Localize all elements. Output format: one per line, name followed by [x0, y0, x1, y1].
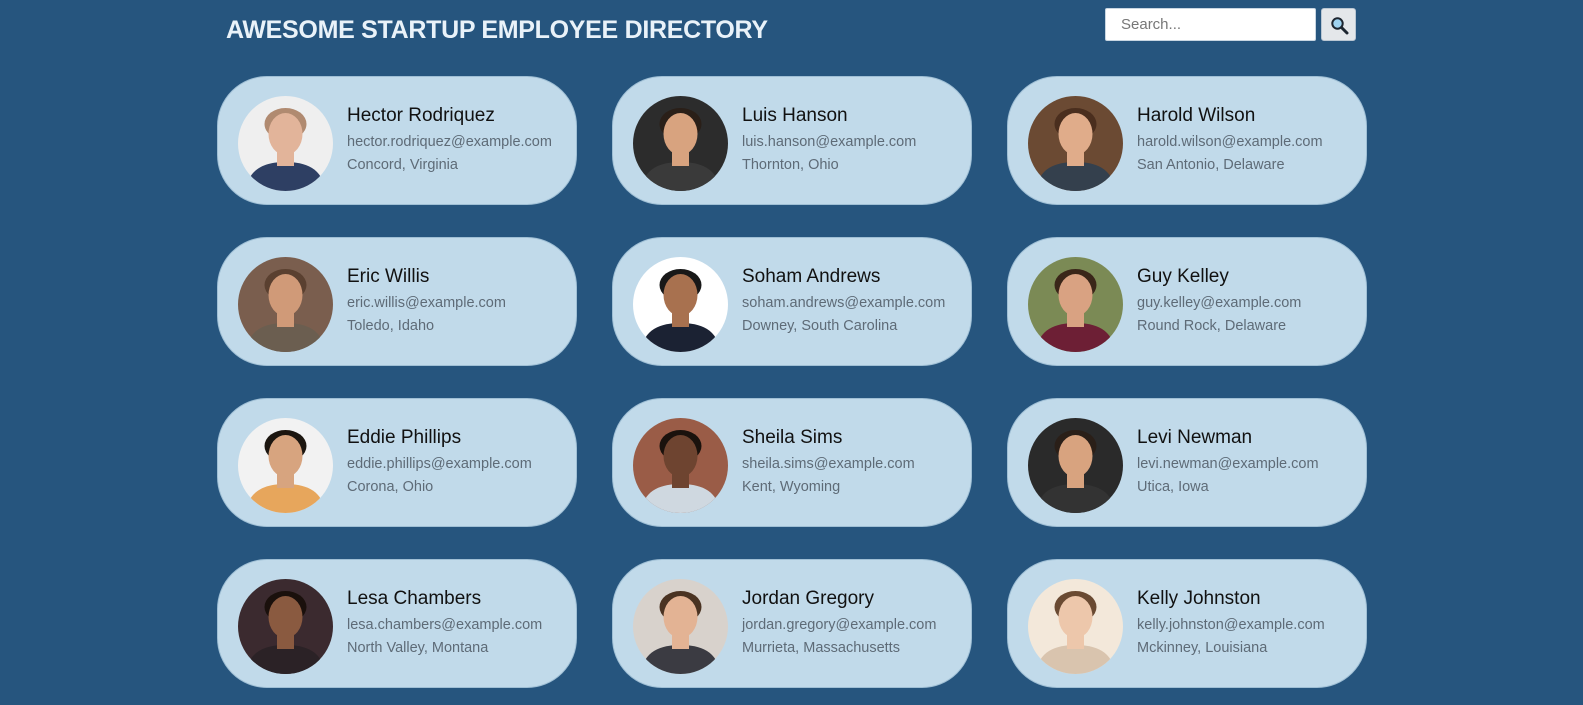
- page-header: AWESOME STARTUP EMPLOYEE DIRECTORY: [0, 0, 1583, 62]
- employee-name: Eddie Phillips: [347, 427, 462, 448]
- employee-name: Sheila Sims: [742, 427, 843, 448]
- employee-email: harold.wilson@example.com: [1137, 134, 1323, 150]
- employee-card[interactable]: Jordan Gregory jordan.gregory@example.com…: [612, 559, 972, 688]
- employee-card[interactable]: Soham Andrews soham.andrews@example.com Do…: [612, 237, 972, 366]
- portrait-photo: [1028, 257, 1123, 352]
- portrait-photo: [1028, 96, 1123, 191]
- employee-name: Levi Newman: [1137, 427, 1253, 448]
- portrait-photo: [633, 418, 728, 513]
- employee-location: Toledo, Idaho: [347, 318, 435, 334]
- portrait-photo: [238, 418, 333, 513]
- employee-email: kelly.johnston@example.com: [1137, 617, 1325, 633]
- employee-location: Downey, South Carolina: [742, 318, 898, 334]
- employee-avatar: [1028, 257, 1123, 352]
- employee-location: Murrieta, Massachusetts: [742, 640, 900, 656]
- employee-email: jordan.gregory@example.com: [742, 617, 937, 633]
- employee-avatar: [1028, 418, 1123, 513]
- employee-avatar: [238, 418, 333, 513]
- employee-name: Kelly Johnston: [1137, 588, 1261, 609]
- employee-email: hector.rodriquez@example.com: [347, 134, 552, 150]
- employee-name: Soham Andrews: [742, 266, 881, 287]
- employee-name: Hector Rodriquez: [347, 105, 495, 126]
- employee-card[interactable]: Sheila Sims sheila.sims@example.com Kent, …: [612, 398, 972, 527]
- employee-avatar: [633, 96, 728, 191]
- employee-avatar: [633, 257, 728, 352]
- employee-avatar: [633, 579, 728, 674]
- employee-name: Jordan Gregory: [742, 588, 875, 609]
- portrait-photo: [238, 96, 333, 191]
- employee-card[interactable]: Levi Newman levi.newman@example.com Utica,…: [1007, 398, 1367, 527]
- employee-email: soham.andrews@example.com: [742, 295, 946, 311]
- employee-card[interactable]: Lesa Chambers lesa.chambers@example.com No…: [217, 559, 577, 688]
- employee-card[interactable]: Harold Wilson harold.wilson@example.com Sa…: [1007, 76, 1367, 205]
- employee-email: sheila.sims@example.com: [742, 456, 915, 472]
- employee-avatar: [1028, 579, 1123, 674]
- portrait-photo: [238, 257, 333, 352]
- employee-name: Guy Kelley: [1137, 266, 1229, 287]
- employee-email: eddie.phillips@example.com: [347, 456, 532, 472]
- magnifying-glass-icon: [1331, 17, 1349, 35]
- employee-email: guy.kelley@example.com: [1137, 295, 1302, 311]
- employee-avatar: [1028, 96, 1123, 191]
- employee-avatar: [238, 257, 333, 352]
- employee-location: Mckinney, Louisiana: [1137, 640, 1268, 656]
- employee-card[interactable]: Luis Hanson luis.hanson@example.com Thornt…: [612, 76, 972, 205]
- portrait-photo: [633, 96, 728, 191]
- employee-name: Lesa Chambers: [347, 588, 482, 609]
- employee-name: Eric Willis: [347, 266, 430, 287]
- employee-card[interactable]: Kelly Johnston kelly.johnston@example.com…: [1007, 559, 1367, 688]
- employee-card[interactable]: Hector Rodriquez hector.rodriquez@example…: [217, 76, 577, 205]
- employee-avatar: [633, 418, 728, 513]
- employee-name: Luis Hanson: [742, 105, 848, 126]
- page-title: AWESOME STARTUP EMPLOYEE DIRECTORY: [226, 16, 768, 44]
- employee-location: Thornton, Ohio: [742, 157, 839, 173]
- employee-avatar: [238, 579, 333, 674]
- portrait-photo: [633, 257, 728, 352]
- search-input[interactable]: [1105, 8, 1316, 41]
- employee-location: Concord, Virginia: [347, 157, 458, 173]
- employee-location: North Valley, Montana: [347, 640, 489, 656]
- employee-email: levi.newman@example.com: [1137, 456, 1319, 472]
- search-button[interactable]: [1321, 8, 1356, 41]
- employee-location: Utica, Iowa: [1137, 479, 1209, 495]
- employee-card[interactable]: Eric Willis eric.willis@example.com Toledo…: [217, 237, 577, 366]
- employee-name: Harold Wilson: [1137, 105, 1256, 126]
- employee-location: Corona, Ohio: [347, 479, 434, 495]
- portrait-photo: [1028, 579, 1123, 674]
- portrait-photo: [633, 579, 728, 674]
- portrait-photo: [1028, 418, 1123, 513]
- employee-avatar: [238, 96, 333, 191]
- employee-card[interactable]: Eddie Phillips eddie.phillips@example.com…: [217, 398, 577, 527]
- employee-location: Kent, Wyoming: [742, 479, 841, 495]
- employee-location: Round Rock, Delaware: [1137, 318, 1287, 334]
- employee-location: San Antonio, Delaware: [1137, 157, 1285, 173]
- employee-email: eric.willis@example.com: [347, 295, 506, 311]
- employee-email: luis.hanson@example.com: [742, 134, 917, 150]
- employee-card[interactable]: Guy Kelley guy.kelley@example.com Round Ro…: [1007, 237, 1367, 366]
- employee-email: lesa.chambers@example.com: [347, 617, 543, 633]
- portrait-photo: [238, 579, 333, 674]
